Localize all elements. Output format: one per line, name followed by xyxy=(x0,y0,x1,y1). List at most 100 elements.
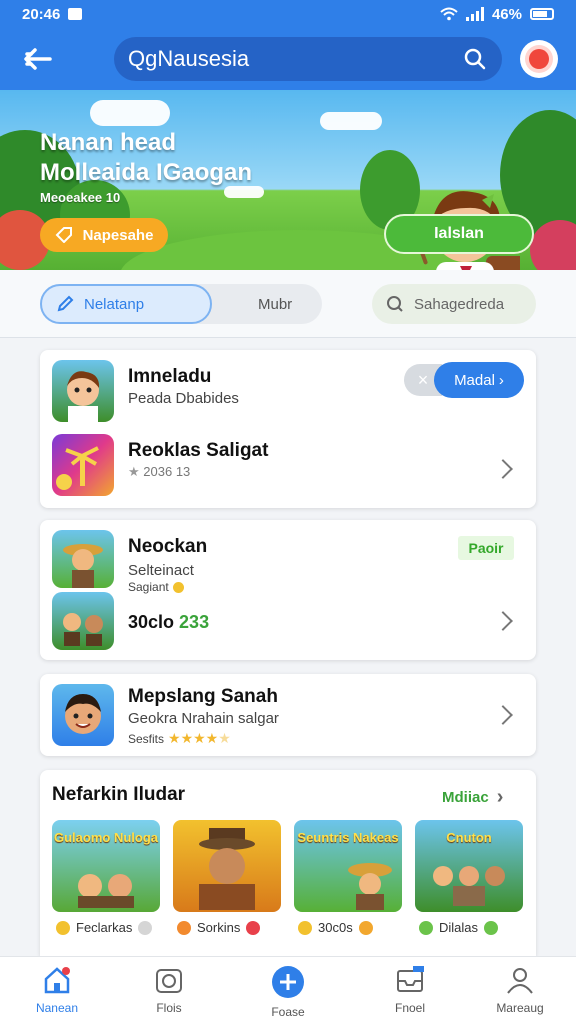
game-label: Sorkins xyxy=(177,920,289,935)
back-button[interactable] xyxy=(18,39,58,79)
boy-avatar-icon xyxy=(65,694,101,734)
game-tile-title: Gulaomo Nuloga xyxy=(54,830,158,845)
game-tile-title: Seuntris Nakeas xyxy=(297,830,399,845)
game-tile[interactable] xyxy=(173,820,281,912)
game-label-text: 30c0s xyxy=(318,920,353,935)
home-icon xyxy=(44,967,70,994)
inbox-icon xyxy=(397,966,424,992)
nav-item-camera[interactable]: Flois xyxy=(119,965,219,1015)
tab-selected-label: Nelatanp xyxy=(84,295,145,313)
nav-item-add[interactable]: Foase xyxy=(238,965,338,1019)
coin-icon xyxy=(298,920,312,935)
person-icon xyxy=(507,968,533,994)
message-notification-icon xyxy=(68,8,83,20)
check-icon xyxy=(484,920,499,935)
app-icon[interactable] xyxy=(52,592,114,650)
game-tile[interactable]: Cnuton xyxy=(415,820,523,912)
star-rating: ★★★★★ xyxy=(168,730,231,746)
app-icon[interactable] xyxy=(52,530,114,588)
hero-title: Nanan head Molleaida IGaogan xyxy=(40,128,252,188)
coin-icon xyxy=(177,920,191,935)
app-title[interactable]: Mepslang Sanah xyxy=(128,686,278,708)
game-label-text: Sorkins xyxy=(197,920,241,935)
rating-row: Sesfits ★★★★★ xyxy=(128,730,231,747)
status-right: 46% xyxy=(440,6,554,23)
coin-icon xyxy=(56,920,70,935)
app-stat: 30clo 233 xyxy=(128,612,209,633)
tab-search-filter[interactable]: Sahagedreda xyxy=(372,284,536,324)
filter-tabs: Nelatanp Mubr Sahagedreda xyxy=(0,270,576,338)
app-list-card: Imneladu Peada Dbabides × Madal › Reokla… xyxy=(40,350,536,508)
close-icon: × xyxy=(417,369,429,390)
search-input[interactable] xyxy=(128,46,428,72)
game-tile-title: Cnuton xyxy=(446,830,492,845)
hero-secondary-button[interactable]: Napesahe xyxy=(40,218,168,252)
nav-item-inbox[interactable]: Fnoel xyxy=(360,965,460,1015)
battery-icon xyxy=(530,8,554,20)
nav-item-home[interactable]: Nanean xyxy=(7,965,107,1015)
status-time: 20:46 xyxy=(22,5,61,23)
nav-item-profile[interactable]: Mareaug xyxy=(470,965,570,1015)
hero-secondary-label: Napesahe xyxy=(82,226,154,244)
tab-selected[interactable]: Nelatanp xyxy=(40,284,212,324)
chevron-right-icon[interactable] xyxy=(493,459,513,479)
game-label: Feclarkas xyxy=(56,920,168,935)
search-icon xyxy=(387,296,403,312)
character-icon xyxy=(67,371,100,422)
hero-title-line1: Nanan head xyxy=(40,129,177,156)
app-title[interactable]: Reoklas Saligat xyxy=(128,440,268,462)
chevron-right-icon: › xyxy=(496,786,504,808)
nav-label: Flois xyxy=(156,1001,182,1015)
arrow-left-icon xyxy=(24,48,52,70)
nav-label: Mareaug xyxy=(496,1001,544,1015)
signal-icon xyxy=(465,7,484,21)
nav-label: Foase xyxy=(271,1005,305,1019)
tab-search-label: Sahagedreda xyxy=(414,295,505,313)
game-label-text: Feclarkas xyxy=(76,920,133,935)
star-icon: ★ xyxy=(128,464,144,479)
game-art xyxy=(199,828,255,910)
app-list-card: Mepslang Sanah Geokra Nrahain salgar Ses… xyxy=(40,674,536,756)
status-dot-icon xyxy=(138,920,153,935)
bottom-navigation: Nanean Flois Foase Fnoel Mareaug xyxy=(0,956,576,1024)
app-title[interactable]: Neockan xyxy=(128,536,207,558)
tab-unselected[interactable]: Mubr xyxy=(258,284,292,324)
coin-icon xyxy=(172,581,184,593)
profile-avatar[interactable] xyxy=(520,40,558,78)
hero-primary-button[interactable]: Ialslan xyxy=(384,214,534,254)
app-icon[interactable] xyxy=(52,434,114,496)
game-art xyxy=(433,866,505,906)
game-tile[interactable]: Gulaomo Nuloga xyxy=(52,820,160,912)
app-stat-prefix: 30clo xyxy=(128,612,175,632)
wifi-icon xyxy=(440,7,458,21)
app-icon[interactable] xyxy=(52,360,114,422)
see-more-link[interactable]: Mdiiac › xyxy=(442,786,503,809)
search-icon[interactable] xyxy=(464,48,486,70)
flower-icon xyxy=(529,49,549,69)
hero-title-line2: Molleaida IGaogan xyxy=(40,159,253,186)
app-action-button[interactable]: Madal › xyxy=(434,362,524,398)
app-meta: ★ 2036 13 xyxy=(128,464,190,480)
game-tile[interactable]: Seuntris Nakeas xyxy=(294,820,402,912)
battery-percent: 46% xyxy=(491,5,522,23)
app-stat-value: 233 xyxy=(179,612,210,632)
app-icon[interactable] xyxy=(52,684,114,746)
palm-icon xyxy=(56,446,99,490)
cloud-decoration xyxy=(90,100,170,126)
nav-label: Fnoel xyxy=(394,1001,426,1015)
plus-icon xyxy=(272,966,304,998)
status-left: 20:46 xyxy=(22,5,83,23)
app-action-label: Madal xyxy=(454,371,495,389)
chevron-right-icon[interactable] xyxy=(493,611,513,631)
cloud-decoration xyxy=(320,112,382,130)
tab-unselected-label: Mubr xyxy=(258,295,293,313)
game-art xyxy=(78,874,134,908)
top-app-bar xyxy=(0,28,576,90)
chevron-right-icon[interactable] xyxy=(493,705,513,725)
search-bar[interactable] xyxy=(114,37,502,81)
app-subtitle: Selteinact xyxy=(128,562,194,579)
app-title[interactable]: Imneladu xyxy=(128,366,211,388)
chevron-right-icon: › xyxy=(498,371,504,389)
characters-icon xyxy=(63,613,103,646)
game-label: Dilalas xyxy=(419,920,531,935)
